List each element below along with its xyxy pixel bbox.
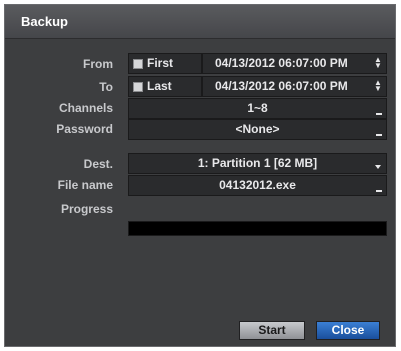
from-label: From bbox=[83, 57, 113, 71]
title-bar: Backup bbox=[5, 5, 395, 39]
last-checkbox[interactable] bbox=[133, 82, 143, 92]
backup-dialog: Backup From First 04/13/2012 06:07:00 PM… bbox=[4, 4, 396, 347]
close-button[interactable]: Close bbox=[316, 321, 380, 340]
first-checkbox-label: First bbox=[147, 56, 174, 70]
channels-field[interactable]: 1~8 bbox=[128, 98, 387, 119]
dest-label: Dest. bbox=[83, 157, 113, 171]
file-name-field[interactable]: 04132012.exe bbox=[128, 175, 387, 196]
progress-bar bbox=[128, 221, 387, 236]
file-name-label: File name bbox=[57, 178, 113, 192]
progress-label: Progress bbox=[60, 202, 113, 216]
more-icon bbox=[376, 134, 382, 136]
password-label: Password bbox=[56, 122, 113, 136]
start-button[interactable]: Start bbox=[239, 321, 305, 340]
first-checkbox[interactable] bbox=[133, 59, 143, 69]
dest-value: 1: Partition 1 [62 MB] bbox=[197, 156, 318, 170]
more-icon bbox=[376, 113, 382, 115]
from-datetime-value: 04/13/2012 06:07:00 PM bbox=[215, 56, 348, 70]
spinner-icon[interactable]: ▲ ▼ bbox=[374, 56, 382, 70]
dropdown-arrow-icon bbox=[375, 165, 381, 169]
password-field[interactable]: <None> bbox=[128, 119, 387, 140]
file-name-value: 04132012.exe bbox=[219, 178, 296, 192]
channels-label: Channels bbox=[58, 101, 113, 115]
to-datetime-value: 04/13/2012 06:07:00 PM bbox=[215, 79, 348, 93]
channels-value: 1~8 bbox=[247, 101, 268, 115]
spinner-icon[interactable]: ▲ ▼ bbox=[374, 79, 382, 93]
more-icon bbox=[376, 190, 382, 192]
dest-dropdown[interactable]: 1: Partition 1 [62 MB] bbox=[128, 153, 387, 174]
from-datetime-field[interactable]: 04/13/2012 06:07:00 PM ▲ ▼ bbox=[202, 53, 387, 74]
to-datetime-field[interactable]: 04/13/2012 06:07:00 PM ▲ ▼ bbox=[202, 76, 387, 97]
password-value: <None> bbox=[235, 122, 280, 136]
to-label: To bbox=[99, 80, 113, 94]
last-checkbox-field[interactable]: Last bbox=[128, 76, 202, 97]
dialog-title: Backup bbox=[21, 14, 68, 29]
last-checkbox-label: Last bbox=[147, 79, 172, 93]
first-checkbox-field[interactable]: First bbox=[128, 53, 202, 74]
